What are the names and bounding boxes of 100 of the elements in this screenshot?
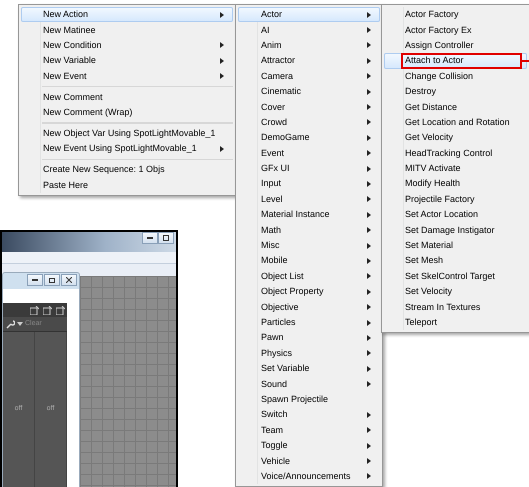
menu-item[interactable]: Actor Factory: [384, 7, 527, 22]
menu-item[interactable]: Mobile: [238, 253, 380, 269]
menu-item[interactable]: New Condition: [21, 38, 233, 54]
menu-item[interactable]: Cinematic: [238, 84, 380, 100]
menu-item[interactable]: Get Distance: [384, 99, 527, 115]
menu-item[interactable]: Modify Health: [384, 176, 527, 192]
menu-item[interactable]: Paste Here: [21, 177, 233, 193]
submenu-arrow-icon: [367, 227, 371, 234]
menu-item[interactable]: Actor Factory Ex: [384, 22, 527, 38]
menu-item[interactable]: Switch: [238, 407, 380, 423]
submenu-arrow-icon: [367, 288, 371, 295]
submenu-arrow-icon: [367, 334, 371, 341]
maximize-button[interactable]: [44, 274, 60, 286]
restore-button[interactable]: [158, 232, 174, 244]
submenu-arrow-icon: [220, 73, 224, 80]
menu-item[interactable]: New Event Using SpotLightMovable_1: [21, 141, 233, 157]
menu-item[interactable]: New Matinee: [21, 22, 233, 38]
submenu-arrow-icon: [367, 212, 371, 218]
menu-item[interactable]: Pawn: [238, 330, 380, 346]
menu-item[interactable]: Create New Sequence: 1 Objs: [21, 162, 233, 178]
menu-item[interactable]: Team: [238, 422, 380, 438]
menu-item[interactable]: Object Property: [238, 284, 380, 300]
menu-item[interactable]: Anim: [238, 38, 380, 54]
menu-item[interactable]: Level: [238, 192, 380, 208]
submenu-arrow-icon: [367, 27, 371, 34]
close-button[interactable]: [61, 274, 77, 286]
menu-item[interactable]: Attractor: [238, 53, 380, 69]
submenu-arrow-icon: [367, 88, 371, 95]
submenu-arrow-icon: [220, 58, 224, 64]
menu-item[interactable]: Objective: [238, 299, 380, 315]
menu-item[interactable]: HeadTracking Control: [384, 146, 527, 161]
submenu-arrow-icon: [367, 273, 371, 280]
panel-icon[interactable]: [43, 306, 52, 314]
menu-item[interactable]: Actor: [238, 7, 380, 22]
menu-item[interactable]: Set Damage Instigator: [384, 222, 527, 238]
menu-item[interactable]: Voice/Announcements: [238, 468, 380, 484]
submenu-arrow-icon: [367, 73, 371, 80]
menu-item[interactable]: Cover: [238, 99, 380, 115]
menu-item[interactable]: New Comment (Wrap): [21, 104, 233, 120]
menu-item[interactable]: Sound: [238, 376, 380, 392]
submenu-arrow-icon: [367, 242, 371, 249]
submenu-arrow-icon: [367, 104, 371, 110]
submenu-arrow-icon: [367, 196, 371, 202]
menu-item[interactable]: Event: [238, 146, 380, 161]
menu-item[interactable]: Stream In Textures: [384, 299, 527, 315]
menu-item[interactable]: New Variable: [21, 53, 233, 69]
menu-item[interactable]: Set Variable: [238, 360, 380, 376]
menu-item[interactable]: Physics: [238, 346, 380, 361]
submenu-arrow-icon: [367, 458, 371, 464]
minimize-button[interactable]: [27, 274, 43, 286]
panel-icon[interactable]: [56, 306, 65, 314]
submenu-arrow-icon: [367, 12, 371, 18]
menu-item[interactable]: Input: [238, 176, 380, 192]
menu-item[interactable]: Projectile Factory: [384, 192, 527, 208]
menu-item[interactable]: Get Location and Rotation: [384, 114, 527, 130]
menu-item[interactable]: Material Instance: [238, 207, 380, 222]
menu-item[interactable]: Teleport: [384, 314, 527, 330]
submenu-arrow-icon: [367, 350, 371, 356]
menu-item[interactable]: Set Mesh: [384, 253, 527, 269]
menu-item[interactable]: DemoGame: [238, 130, 380, 146]
submenu-arrow-icon: [367, 42, 371, 48]
submenu-arrow-icon: [367, 180, 371, 187]
menu-item[interactable]: Camera: [238, 68, 380, 84]
menu-item[interactable]: New Action: [21, 7, 233, 22]
submenu-arrow-icon: [367, 119, 371, 126]
wrench-icon[interactable]: [5, 319, 15, 329]
menu-item[interactable]: Assign Controller: [384, 38, 527, 54]
menu-item[interactable]: Set Material: [384, 238, 527, 254]
menu-item[interactable]: Misc: [238, 238, 380, 254]
menu-item[interactable]: AI: [238, 22, 380, 38]
menu-item[interactable]: New Comment: [21, 89, 233, 105]
submenu-arrow-icon: [220, 12, 224, 18]
menu-item[interactable]: Set Actor Location: [384, 207, 527, 222]
minimize-button[interactable]: [142, 232, 158, 244]
close-icon: [66, 277, 72, 283]
submenu-arrow-icon: [367, 320, 371, 326]
menu-item[interactable]: New Event: [21, 68, 233, 84]
menu-item[interactable]: Spawn Projectile: [238, 392, 380, 408]
menu-item[interactable]: Change Collision: [384, 68, 527, 84]
menu-item[interactable]: Set Velocity: [384, 284, 527, 300]
menu-item[interactable]: Destroy: [384, 84, 527, 100]
submenu-arrow-icon: [367, 366, 371, 372]
submenu-arrow-icon: [367, 381, 371, 388]
menu-item[interactable]: Vehicle: [238, 453, 380, 469]
menu-item[interactable]: GFx UI: [238, 160, 380, 176]
menu-item[interactable]: Attach to Actor: [384, 53, 527, 69]
submenu-arrow-icon: [367, 442, 371, 449]
menu-item[interactable]: Toggle: [238, 438, 380, 454]
submenu-arrow-icon: [367, 166, 371, 172]
submenu-arrow-icon: [367, 150, 371, 156]
dropdown-icon[interactable]: [17, 322, 23, 326]
menu-item[interactable]: New Object Var Using SpotLightMovable_1: [21, 126, 233, 142]
menu-item[interactable]: Object List: [238, 268, 380, 284]
menu-item[interactable]: Get Velocity: [384, 130, 527, 146]
panel-icon[interactable]: [30, 306, 39, 314]
menu-item[interactable]: Set SkelControl Target: [384, 268, 527, 284]
menu-item[interactable]: Crowd: [238, 114, 380, 130]
menu-item[interactable]: MITV Activate: [384, 160, 527, 176]
menu-item[interactable]: Particles: [238, 314, 380, 330]
menu-item[interactable]: Math: [238, 222, 380, 238]
